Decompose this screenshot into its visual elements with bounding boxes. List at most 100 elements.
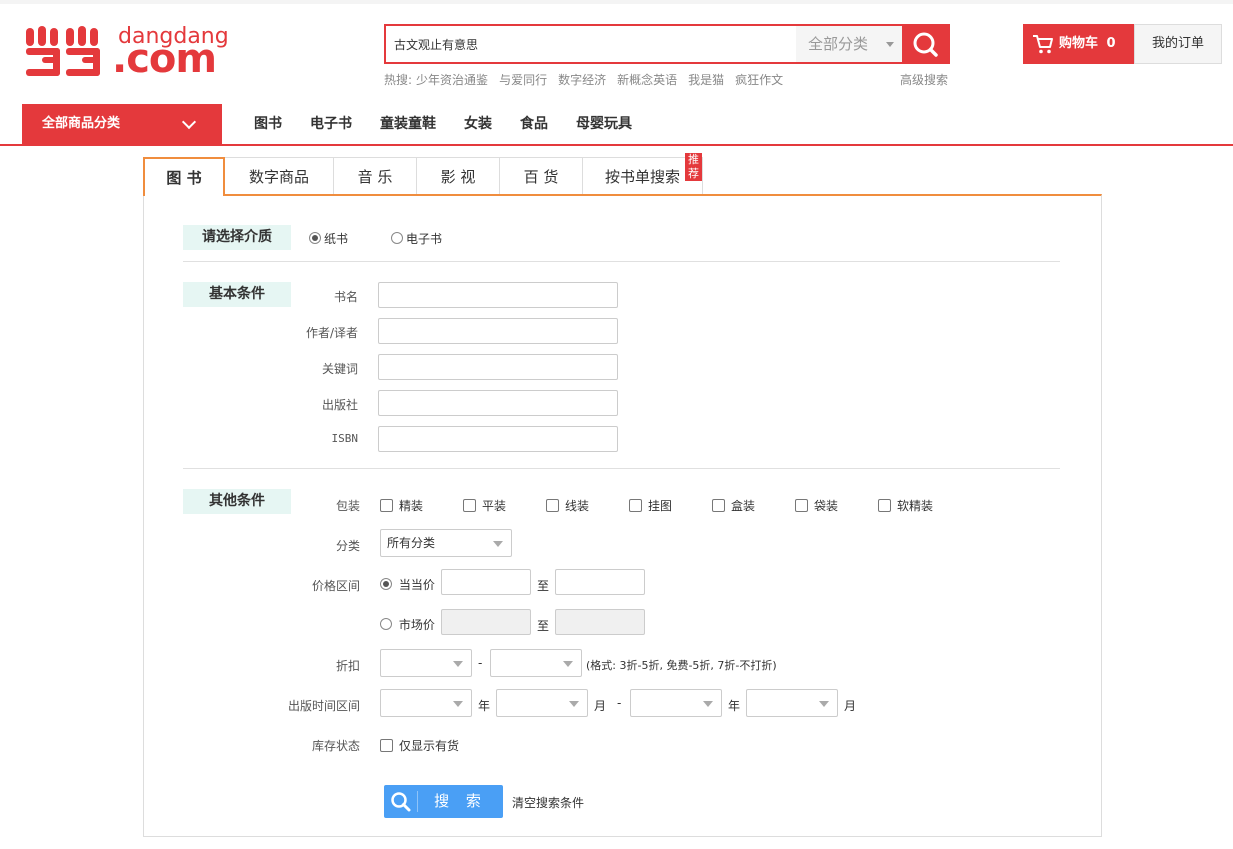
medium-option-ebook[interactable]: 电子书 — [391, 230, 442, 247]
tab-booklist-search[interactable]: 按书单搜索 推荐 — [583, 153, 703, 195]
tab-digital[interactable]: 数字商品 — [225, 157, 334, 195]
caret-down-icon — [563, 661, 573, 667]
title-input[interactable] — [378, 282, 618, 308]
in-stock-only-checkbox[interactable]: 仅显示有货 — [380, 737, 459, 754]
price-dangdang-label: 当当价 — [398, 578, 435, 592]
in-stock-only-label: 仅显示有货 — [399, 739, 460, 753]
binding-label: 包装 — [335, 499, 360, 513]
nav-link-baby-toys[interactable]: 母婴玩具 — [562, 104, 646, 144]
binding-boxed[interactable]: 盒装 — [712, 497, 755, 514]
discount-format-hint: (格式: 3折-5折, 免费-5折, 7折-不打折) — [586, 659, 777, 672]
search-category-select[interactable]: 全部分类 — [796, 26, 902, 62]
pubdate-label: 出版时间区间 — [287, 699, 360, 713]
checkbox — [463, 499, 476, 512]
medium-paper-label: 纸书 — [324, 232, 349, 246]
pub-start-year-select[interactable] — [380, 689, 472, 717]
discount-max-select[interactable] — [490, 649, 582, 677]
hot-search-link[interactable]: 与爱同行 — [499, 73, 547, 87]
hot-search-link[interactable]: 数字经济 — [558, 73, 606, 87]
logo-main-text: .com — [112, 36, 217, 82]
checkbox — [380, 739, 393, 752]
binding-bagged[interactable]: 袋装 — [795, 497, 838, 514]
top-strip — [0, 0, 1233, 4]
isbn-input[interactable] — [378, 426, 618, 452]
caret-down-icon — [819, 701, 829, 707]
radio-selected — [380, 578, 392, 590]
search-button[interactable] — [902, 26, 950, 62]
clear-conditions-link[interactable]: 清空搜索条件 — [512, 794, 584, 811]
market-price-to-label: 至 — [537, 619, 550, 633]
discount-min-select[interactable] — [380, 649, 472, 677]
tab-general[interactable]: 百 货 — [500, 157, 583, 195]
nav-link-kids-wear[interactable]: 童装童鞋 — [366, 104, 450, 144]
price-max-input[interactable] — [555, 569, 645, 595]
radio-unselected — [391, 232, 403, 244]
hot-search-link[interactable]: 我是猫 — [688, 73, 724, 87]
checkbox — [795, 499, 808, 512]
tab-books[interactable]: 图 书 — [143, 157, 225, 196]
dangdang-logo[interactable]: dangdang .com — [24, 20, 229, 84]
binding-paperback[interactable]: 平装 — [463, 497, 506, 514]
price-type-market[interactable]: 市场价 — [380, 616, 435, 633]
all-categories-menu[interactable]: 全部商品分类 — [22, 104, 222, 144]
radio-unselected — [380, 618, 392, 630]
binding-option-label: 精装 — [399, 499, 424, 513]
medium-ebook-label: 电子书 — [406, 232, 443, 246]
dangdang-logo-mark — [26, 26, 100, 76]
price-range-label: 价格区间 — [311, 579, 360, 593]
tab-booklist-label: 按书单搜索 — [604, 168, 680, 186]
checkbox — [380, 499, 393, 512]
caret-down-icon — [703, 701, 713, 707]
hot-search-link[interactable]: 疯狂作文 — [735, 73, 783, 87]
my-orders-button[interactable]: 我的订单 — [1134, 24, 1222, 64]
nav-link-books[interactable]: 图书 — [240, 104, 296, 144]
title-label: 书名 — [333, 290, 358, 304]
author-input[interactable] — [378, 318, 618, 344]
binding-soft-hardcover[interactable]: 软精装 — [878, 497, 933, 514]
nav-link-food[interactable]: 食品 — [506, 104, 562, 144]
search-input[interactable] — [386, 26, 796, 62]
cart-count: 0 — [1106, 36, 1116, 51]
pubdate-dash: - — [617, 696, 622, 710]
binding-hardcover[interactable]: 精装 — [380, 497, 423, 514]
stock-status-label: 库存状态 — [311, 739, 360, 753]
cart-label: 购物车 — [1059, 36, 1099, 51]
price-type-dangdang[interactable]: 当当价 — [380, 576, 435, 593]
recommend-badge: 推荐 — [685, 153, 702, 181]
publisher-input[interactable] — [378, 390, 618, 416]
tab-music[interactable]: 音 乐 — [334, 157, 417, 195]
search-icon — [391, 792, 411, 812]
tab-video[interactable]: 影 视 — [417, 157, 500, 195]
binding-thread[interactable]: 线装 — [546, 497, 589, 514]
medium-section-label: 请选择介质 — [183, 225, 291, 250]
pub-end-month-select[interactable] — [746, 689, 838, 717]
hot-search-label: 热搜: — [384, 73, 413, 87]
radio-selected — [309, 232, 321, 244]
nav-link-ebooks[interactable]: 电子书 — [296, 104, 366, 144]
chevron-down-icon — [181, 114, 197, 130]
search-submit-button[interactable]: 搜 索 — [384, 785, 503, 818]
hot-search-link[interactable]: 新概念英语 — [617, 73, 677, 87]
category-select[interactable]: 所有分类 — [380, 529, 512, 557]
caret-down-icon — [453, 661, 463, 667]
all-categories-label: 全部商品分类 — [42, 116, 121, 131]
checkbox — [878, 499, 891, 512]
nav-divider — [0, 144, 1233, 146]
market-price-max-input[interactable] — [555, 609, 645, 635]
medium-option-paper[interactable]: 纸书 — [309, 230, 348, 247]
isbn-label: ISBN — [331, 432, 359, 445]
market-price-min-input[interactable] — [441, 609, 531, 635]
advanced-search-link[interactable]: 高级搜索 — [900, 71, 948, 88]
caret-down-icon — [569, 701, 579, 707]
binding-option-label: 软精装 — [897, 499, 934, 513]
keyword-input[interactable] — [378, 354, 618, 380]
hot-search-link[interactable]: 少年资治通鉴 — [416, 73, 488, 87]
pub-start-month-select[interactable] — [496, 689, 588, 717]
pub-end-year-select[interactable] — [630, 689, 722, 717]
year-label: 年 — [728, 699, 741, 713]
hot-search-list: 热搜: 少年资治通鉴 与爱同行 数字经济 新概念英语 我是猫 疯狂作文 — [384, 71, 794, 88]
price-min-input[interactable] — [441, 569, 531, 595]
cart-button[interactable]: 购物车 0 — [1023, 24, 1134, 64]
binding-wallchart[interactable]: 挂图 — [629, 497, 672, 514]
nav-link-womens[interactable]: 女装 — [450, 104, 506, 144]
